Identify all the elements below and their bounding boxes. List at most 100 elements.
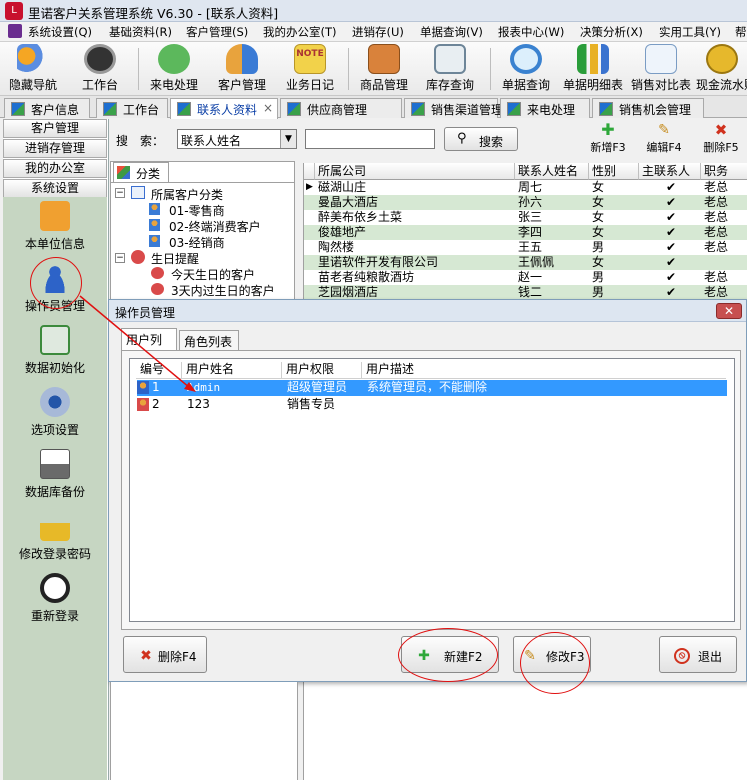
- table-row[interactable]: 苗老者纯粮散酒坊 赵一 男 ✔ 老总: [304, 270, 747, 285]
- tab-close-icon[interactable]: ×: [263, 101, 273, 115]
- nav-item-company-info[interactable]: 本单位信息: [3, 201, 107, 252]
- user-role: 销售专员: [287, 397, 336, 411]
- table-row[interactable]: 芝园烟酒店 钱二 男 ✔ 老总: [304, 285, 747, 300]
- nav-item-label: 选项设置: [30, 423, 79, 437]
- search-button[interactable]: ⚲ 搜索: [444, 127, 518, 151]
- table-row[interactable]: 里诺软件开发有限公司 王佩佩 女 ✔: [304, 255, 747, 270]
- table-cell: 醉美布依乡土菜: [318, 210, 403, 224]
- primary-contact-checkbox[interactable]: ✔: [642, 195, 700, 209]
- toolbar-diary-button[interactable]: NOTE 业务日记: [282, 44, 338, 93]
- nav-item-label: 数据初始化: [24, 361, 85, 375]
- table-cell: 俊雄地产: [318, 225, 367, 239]
- menu-customer-management[interactable]: 客户管理(S): [186, 24, 248, 40]
- nav-section-office[interactable]: 我的办公室: [3, 159, 107, 178]
- tree-node-customer-category[interactable]: 所属客户分类: [151, 186, 223, 203]
- primary-contact-checkbox[interactable]: ✔: [642, 240, 700, 254]
- nav-item-relogin[interactable]: 重新登录: [3, 573, 107, 624]
- grid-header-title[interactable]: 职务: [701, 163, 747, 180]
- search-input[interactable]: [305, 129, 435, 149]
- tree-toggle[interactable]: −: [115, 188, 125, 198]
- tab-user-list[interactable]: 用户列表: [121, 328, 177, 364]
- nav-item-backup[interactable]: 数据库备份: [3, 449, 107, 500]
- primary-contact-checkbox[interactable]: ✔: [642, 180, 700, 194]
- close-icon[interactable]: ✕: [716, 303, 742, 319]
- tree-node-retailer[interactable]: 01-零售商: [169, 202, 225, 219]
- tab-customer-info[interactable]: 客户信息: [4, 98, 90, 118]
- table-row[interactable]: 俊雄地产 李四 女 ✔ 老总: [304, 225, 747, 240]
- primary-contact-checkbox[interactable]: ✔: [642, 285, 700, 299]
- menu-system-settings[interactable]: 系统设置(Q): [28, 24, 92, 40]
- menu-basic-data[interactable]: 基础资料(R): [109, 24, 172, 40]
- table-row[interactable]: 陶然楼 王五 男 ✔ 老总: [304, 240, 747, 255]
- tree-node-birthday-today[interactable]: 今天生日的客户: [171, 266, 255, 283]
- user-row-123[interactable]: 2 123 销售专员: [137, 397, 727, 413]
- tree-toggle[interactable]: −: [115, 253, 125, 263]
- nav-item-data-init[interactable]: 数据初始化: [3, 325, 107, 376]
- table-row[interactable]: ▶ 磁湖山庄 周七 女 ✔ 老总: [304, 180, 747, 195]
- menu-app-icon[interactable]: [8, 24, 22, 38]
- tree-node-distributor[interactable]: 03-经销商: [169, 234, 225, 251]
- tab-role-list[interactable]: 角色列表: [179, 330, 239, 350]
- tree-node-birthday-3days[interactable]: 3天内过生日的客户: [171, 282, 275, 299]
- tree-node-end-consumer[interactable]: 02-终端消费客户: [169, 218, 261, 235]
- tab-workbench[interactable]: 工作台: [96, 98, 168, 118]
- tab-sales-channel[interactable]: 销售渠道管理: [404, 98, 503, 118]
- table-row[interactable]: 醉美布依乡土菜 张三 女 ✔ 老总: [304, 210, 747, 225]
- nav-section-inventory[interactable]: 进销存管理: [3, 139, 107, 158]
- edit-button[interactable]: ✎ 编辑F4: [642, 121, 686, 159]
- grid-header-contact-name[interactable]: 联系人姓名: [515, 163, 589, 180]
- menu-utilities[interactable]: 实用工具(Y): [659, 24, 721, 40]
- nav-section-system[interactable]: 系统设置: [3, 179, 107, 198]
- tab-sales-opportunity[interactable]: 销售机会管理: [592, 98, 704, 118]
- tab-supplier[interactable]: 供应商管理: [280, 98, 402, 118]
- grid-header-company[interactable]: 所属公司: [315, 163, 515, 180]
- primary-contact-checkbox[interactable]: ✔: [642, 210, 700, 224]
- toolbar-hide-nav-button[interactable]: 隐藏导航: [4, 44, 62, 93]
- list-header-desc[interactable]: 用户描述: [362, 362, 726, 378]
- toolbar-label: 来电处理: [149, 78, 198, 92]
- primary-contact-checkbox[interactable]: ✔: [642, 270, 700, 284]
- toolbar-workbench-button[interactable]: 工作台: [76, 44, 124, 93]
- menu-my-office[interactable]: 我的办公室(T): [263, 24, 337, 40]
- grid-header-gender[interactable]: 性别: [589, 163, 639, 180]
- delete-user-button[interactable]: ✖ 删除F4: [123, 636, 207, 673]
- menu-inventory[interactable]: 进销存(U): [352, 24, 404, 40]
- toolbar-cash-flow-button[interactable]: 现金流水账: [696, 44, 747, 93]
- toolbar-label: 单据明细表: [562, 78, 623, 92]
- table-cell: 老总: [704, 195, 729, 209]
- category-tab[interactable]: 分类: [113, 162, 169, 182]
- add-label: 新增F3: [590, 141, 626, 154]
- table-row[interactable]: 曼晶大酒店 孙六 女 ✔ 老总: [304, 195, 747, 210]
- primary-contact-checkbox[interactable]: ✔: [642, 225, 700, 239]
- birthday-cake-icon: [151, 267, 164, 279]
- list-header-role[interactable]: 用户权限: [282, 362, 362, 378]
- toolbar-inventory-button[interactable]: 库存查询: [422, 44, 478, 93]
- toolbar-doc-detail-button[interactable]: 单据明细表: [560, 44, 626, 93]
- toolbar-goods-button[interactable]: 商品管理: [356, 44, 412, 93]
- toolbar-doc-query-button[interactable]: 单据查询: [498, 44, 554, 93]
- nav-item-change-password[interactable]: 修改登录密码: [3, 511, 107, 562]
- chevron-down-icon[interactable]: ▼: [280, 130, 296, 148]
- toolbar-customer-button[interactable]: 客户管理: [214, 44, 270, 93]
- delete-button[interactable]: ✖ 删除F5: [698, 121, 744, 159]
- grid-header-primary[interactable]: 主联系人: [639, 163, 701, 180]
- menu-help[interactable]: 帮: [735, 24, 747, 40]
- primary-contact-checkbox[interactable]: ✔: [642, 255, 700, 269]
- tab-contacts[interactable]: 联系人资料 ×: [170, 98, 278, 119]
- add-button[interactable]: ✚ 新增F3: [586, 121, 630, 159]
- list-header-id[interactable]: 编号: [136, 362, 182, 378]
- user-row-admin[interactable]: 1 Admin 超级管理员 系统管理员，不能删除: [137, 380, 727, 396]
- tab-incoming-call[interactable]: 来电处理: [500, 98, 590, 118]
- search-field-select[interactable]: 联系人姓名 ▼: [177, 129, 297, 149]
- tab-icon: [177, 102, 191, 116]
- menu-report-center[interactable]: 报表中心(W): [498, 24, 564, 40]
- toolbar-incoming-call-button[interactable]: 来电处理: [148, 44, 200, 93]
- nav-item-options[interactable]: 选项设置: [3, 387, 107, 438]
- menu-decision-analysis[interactable]: 决策分析(X): [580, 24, 643, 40]
- list-header-name[interactable]: 用户姓名: [182, 362, 282, 378]
- nav-section-customer[interactable]: 客户管理: [3, 119, 107, 138]
- toolbar-sales-compare-button[interactable]: 销售对比表: [628, 44, 694, 93]
- menu-document-query[interactable]: 单据查询(V): [420, 24, 483, 40]
- exit-button[interactable]: ⦸ 退出: [659, 636, 737, 673]
- tree-node-birthday[interactable]: 生日提醒: [151, 250, 199, 267]
